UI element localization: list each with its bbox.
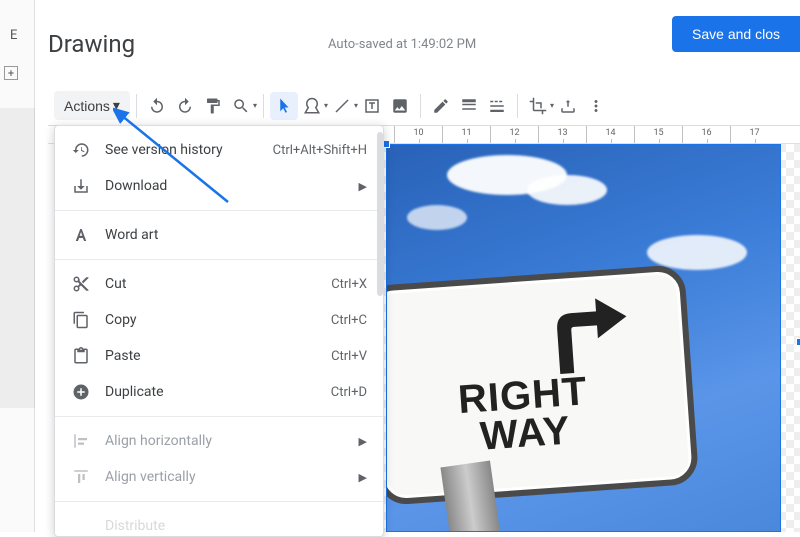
ruler-tick: 17 [730, 126, 778, 143]
ruler-tick: 10 [394, 126, 442, 143]
right-turn-arrow-icon [540, 294, 635, 380]
toolbar-separator [420, 94, 421, 118]
actions-menu-button[interactable]: Actions ▾ [54, 91, 130, 120]
shape-tool-button[interactable] [298, 92, 326, 120]
toolbar-separator [136, 94, 137, 118]
road-sign: RIGHTWAY [386, 264, 699, 506]
ruler-tick: 15 [634, 126, 682, 143]
zoom-button[interactable] [227, 92, 255, 120]
inserted-image[interactable]: Y RIGHTWAY [386, 144, 781, 532]
submenu-arrow-icon: ▶ [359, 471, 367, 484]
menu-divider [55, 416, 383, 417]
save-and-close-button[interactable]: Save and clos [672, 16, 800, 52]
dialog-title: Drawing [48, 30, 135, 58]
caret-down-icon: ▾ [253, 101, 257, 110]
more-options-button[interactable] [582, 92, 610, 120]
menu-shortcut: Ctrl+V [331, 349, 367, 364]
ruler-tick: 14 [586, 126, 634, 143]
menu-shortcut: Ctrl+D [331, 385, 367, 400]
menu-item-align-vertically: Align vertically ▶ [55, 459, 383, 495]
menu-label: Word art [105, 227, 367, 243]
menu-item-paste[interactable]: Paste Ctrl+V [55, 338, 383, 374]
menu-divider [55, 501, 383, 502]
menu-item-align-horizontally: Align horizontally ▶ [55, 423, 383, 459]
drawing-toolbar: Actions ▾ ▾ ▾ ▾ ▾ [48, 86, 800, 126]
sign-text: RIGHTWAY [386, 367, 670, 463]
toolbar-separator [517, 94, 518, 118]
cloud-graphic [527, 175, 607, 205]
ruler-tick: 16 [682, 126, 730, 143]
align-vertical-icon [71, 467, 91, 487]
align-horizontal-icon [71, 431, 91, 451]
background-document-margin: E + [0, 0, 35, 532]
expand-marker: + [4, 66, 18, 80]
menu-label: Duplicate [105, 384, 331, 400]
modal-backdrop [0, 108, 35, 408]
menu-label: Align vertically [105, 469, 359, 485]
crop-button[interactable] [524, 92, 552, 120]
ruler-tick: 11 [442, 126, 490, 143]
paint-format-button[interactable] [199, 92, 227, 120]
toolbar-separator [263, 94, 264, 118]
menu-item-version-history[interactable]: See version history Ctrl+Alt+Shift+H [55, 132, 383, 168]
menu-scrollbar[interactable] [377, 132, 383, 296]
ruler-tick: 12 [490, 126, 538, 143]
menu-label: Cut [105, 276, 331, 292]
autosave-status: Auto-saved at 1:49:02 PM [328, 37, 476, 52]
menu-shortcut: Ctrl+C [331, 313, 367, 328]
menu-item-copy[interactable]: Copy Ctrl+C [55, 302, 383, 338]
menu-shortcut: Ctrl+Alt+Shift+H [273, 143, 367, 158]
border-color-button[interactable] [427, 92, 455, 120]
menu-shortcut: Ctrl+X [331, 277, 367, 292]
copy-icon [71, 310, 91, 330]
select-tool-button[interactable] [270, 92, 298, 120]
download-icon [71, 176, 91, 196]
textbox-button[interactable] [358, 92, 386, 120]
caret-down-icon: ▾ [113, 97, 120, 114]
actions-dropdown-menu: See version history Ctrl+Alt+Shift+H Dow… [54, 125, 384, 537]
menu-divider [55, 259, 383, 260]
submenu-arrow-icon: ▶ [359, 435, 367, 448]
actions-label: Actions [64, 98, 110, 114]
menu-label: See version history [105, 142, 273, 158]
insert-image-button[interactable] [386, 92, 414, 120]
wordart-icon [71, 225, 91, 245]
history-icon [71, 140, 91, 160]
border-dash-button[interactable] [483, 92, 511, 120]
background-text: E [10, 28, 17, 43]
cut-icon [71, 274, 91, 294]
ruler-tick: 13 [538, 126, 586, 143]
border-weight-button[interactable] [455, 92, 483, 120]
menu-divider [55, 210, 383, 211]
distribute-icon [71, 516, 91, 536]
menu-label: Paste [105, 348, 331, 364]
menu-label: Align horizontally [105, 433, 359, 449]
menu-item-wordart[interactable]: Word art [55, 217, 383, 253]
undo-button[interactable] [143, 92, 171, 120]
sign-pole [440, 460, 502, 532]
cloud-graphic [647, 235, 747, 270]
menu-item-cut[interactable]: Cut Ctrl+X [55, 266, 383, 302]
paste-icon [71, 346, 91, 366]
selection-handle[interactable] [796, 338, 800, 346]
submenu-arrow-icon: ▶ [359, 180, 367, 193]
menu-item-download[interactable]: Download ▶ [55, 168, 383, 204]
reset-image-button[interactable] [554, 92, 582, 120]
redo-button[interactable] [171, 92, 199, 120]
cloud-graphic [407, 205, 467, 230]
menu-item-duplicate[interactable]: Duplicate Ctrl+D [55, 374, 383, 410]
duplicate-icon [71, 382, 91, 402]
menu-label: Copy [105, 312, 331, 328]
menu-label: Download [105, 178, 359, 194]
line-tool-button[interactable] [328, 92, 356, 120]
